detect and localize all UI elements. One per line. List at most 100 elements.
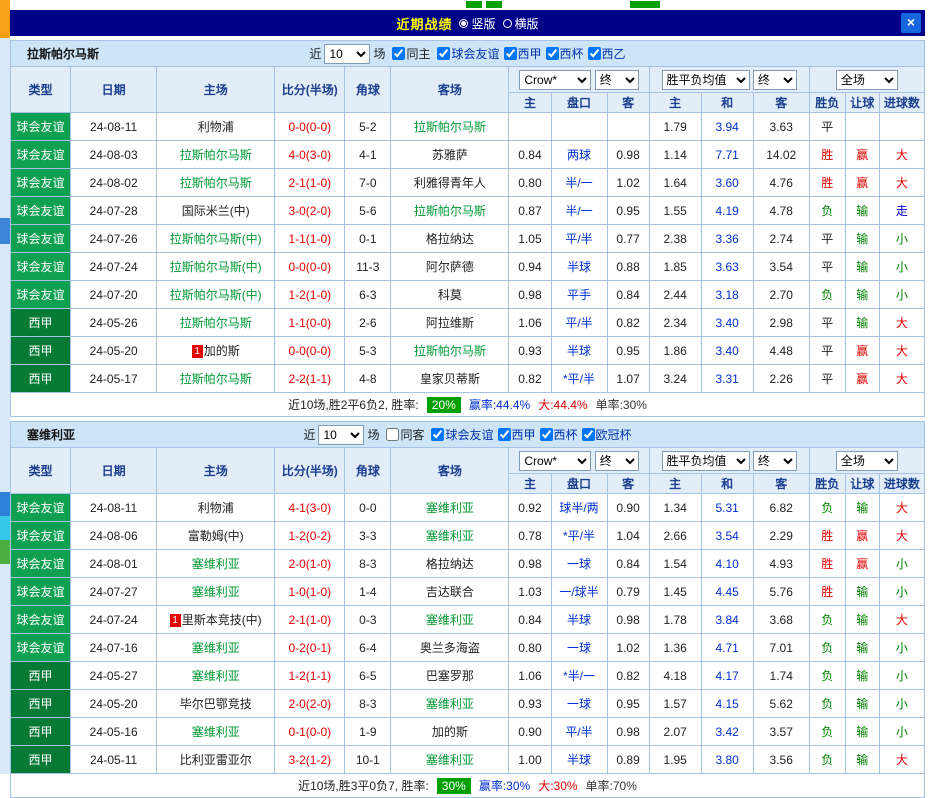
league-checkbox[interactable] bbox=[582, 428, 595, 441]
scope-select[interactable]: 全场 bbox=[836, 70, 898, 90]
league-checkbox[interactable] bbox=[504, 47, 517, 60]
handicap-result-cell: 输 bbox=[845, 578, 879, 606]
league-checkbox[interactable] bbox=[498, 428, 511, 441]
handicap-away-odds-cell: 0.95 bbox=[607, 337, 649, 365]
odds-company-select[interactable]: Crow* bbox=[519, 70, 591, 90]
league-filter[interactable]: 球会友谊 bbox=[433, 45, 499, 62]
handicap-result-cell: 输 bbox=[845, 606, 879, 634]
avg-home-cell: 1.95 bbox=[649, 746, 701, 774]
summary-footer: 近10场,胜2平6负2, 胜率: 20% 赢率:44.4% 大:44.4% 单率… bbox=[10, 393, 925, 417]
team-name-text: 塞维利亚 bbox=[192, 641, 240, 655]
odds-stage-select[interactable]: 终 bbox=[595, 451, 639, 471]
avg-draw-cell: 4.10 bbox=[701, 550, 753, 578]
league-checkbox[interactable] bbox=[588, 47, 601, 60]
games-label: 场 bbox=[373, 45, 385, 62]
league-checkbox[interactable] bbox=[540, 428, 553, 441]
corner-cell: 5-2 bbox=[345, 113, 391, 141]
avg-type-select[interactable]: 胜平负均值 bbox=[662, 70, 750, 90]
avg-away-cell: 1.74 bbox=[753, 662, 809, 690]
result-cell: 胜 bbox=[809, 578, 845, 606]
avg-stage-select[interactable]: 终 bbox=[753, 70, 797, 90]
corner-cell: 0-3 bbox=[345, 606, 391, 634]
match-type-cell: 球会友谊 bbox=[11, 522, 71, 550]
scope-select[interactable]: 全场 bbox=[836, 451, 898, 471]
league-filter[interactable]: 西杯 bbox=[536, 426, 578, 443]
same-venue-filter[interactable]: 同主 bbox=[388, 45, 430, 62]
team-cell: 拉斯帕尔马斯 bbox=[157, 309, 275, 337]
match-row: 球会友谊24-08-03拉斯帕尔马斯4-0(3-0)4-1苏雅萨0.84两球0.… bbox=[11, 141, 925, 169]
match-row: 球会友谊24-08-02拉斯帕尔马斯2-1(1-0)7-0利雅得青年人0.80半… bbox=[11, 169, 925, 197]
league-filter[interactable]: 西杯 bbox=[542, 45, 584, 62]
league-filter[interactable]: 西甲 bbox=[500, 45, 542, 62]
handicap-away-odds-cell: 0.77 bbox=[607, 225, 649, 253]
team-name-text: 塞维利亚 bbox=[192, 725, 240, 739]
league-checkbox[interactable] bbox=[437, 47, 450, 60]
avg-stage-select[interactable]: 终 bbox=[753, 451, 797, 471]
corner-cell: 5-6 bbox=[345, 197, 391, 225]
col-away: 客场 bbox=[391, 448, 509, 494]
odds-stage-select[interactable]: 终 bbox=[595, 70, 639, 90]
team-cell: 塞维利亚 bbox=[157, 662, 275, 690]
team-name-text: 塞维利亚 bbox=[426, 753, 474, 767]
same-venue-checkbox[interactable] bbox=[386, 428, 399, 441]
team-cell: 塞维利亚 bbox=[391, 690, 509, 718]
avg-home-cell: 2.66 bbox=[649, 522, 701, 550]
match-count-select[interactable]: 10 bbox=[318, 425, 364, 445]
avg-away-cell: 6.82 bbox=[753, 494, 809, 522]
match-type-cell: 球会友谊 bbox=[11, 113, 71, 141]
handicap-line-cell bbox=[551, 113, 607, 141]
match-type-cell: 球会友谊 bbox=[11, 606, 71, 634]
team-name-text: 拉斯帕尔马斯 bbox=[180, 176, 252, 190]
match-date-cell: 24-07-28 bbox=[71, 197, 157, 225]
recent-results-panel: 近期战绩 竖版 横版 × 拉斯帕尔马斯 近 10 场 同主 bbox=[10, 10, 925, 798]
close-icon[interactable]: × bbox=[901, 13, 921, 33]
avg-home-cell: 1.34 bbox=[649, 494, 701, 522]
goals-result-cell: 大 bbox=[879, 169, 924, 197]
goals-result-cell: 小 bbox=[879, 281, 924, 309]
handicap-result-cell: 输 bbox=[845, 309, 879, 337]
col-avg-away: 客 bbox=[753, 93, 809, 113]
team-cell: 富勒姆(中) bbox=[157, 522, 275, 550]
avg-draw-cell: 4.71 bbox=[701, 634, 753, 662]
match-type-cell: 球会友谊 bbox=[11, 225, 71, 253]
goals-result-cell: 大 bbox=[879, 746, 924, 774]
odds-company-select[interactable]: Crow* bbox=[519, 451, 591, 471]
league-checkbox[interactable] bbox=[546, 47, 559, 60]
horizontal-layout-radio[interactable]: 横版 bbox=[503, 15, 539, 32]
league-filter[interactable]: 欧冠杯 bbox=[578, 426, 632, 443]
league-filter[interactable]: 球会友谊 bbox=[427, 426, 493, 443]
league-filter[interactable]: 西乙 bbox=[584, 45, 626, 62]
handicap-line-cell: *平/半 bbox=[551, 522, 607, 550]
handicap-result-cell: 输 bbox=[845, 746, 879, 774]
col-handicap-home: 主 bbox=[509, 474, 551, 494]
corner-cell: 6-4 bbox=[345, 634, 391, 662]
panel-title: 近期战绩 bbox=[396, 14, 452, 33]
team-cell: 格拉纳达 bbox=[391, 550, 509, 578]
goals-result-cell: 小 bbox=[879, 690, 924, 718]
team-cell: 塞维利亚 bbox=[157, 634, 275, 662]
avg-draw-cell: 4.45 bbox=[701, 578, 753, 606]
vertical-layout-radio[interactable]: 竖版 bbox=[459, 15, 495, 32]
red-card-badge: 1 bbox=[192, 345, 203, 358]
league-filter-label: 西甲 bbox=[512, 426, 536, 443]
avg-type-select[interactable]: 胜平负均值 bbox=[662, 451, 750, 471]
handicap-result-cell: 输 bbox=[845, 634, 879, 662]
team-cell: 1里斯本竞技(中) bbox=[157, 606, 275, 634]
match-date-cell: 24-08-03 bbox=[71, 141, 157, 169]
match-row: 西甲24-05-16塞维利亚0-1(0-0)1-9加的斯0.90平/半0.982… bbox=[11, 718, 925, 746]
avg-draw-cell: 3.94 bbox=[701, 113, 753, 141]
match-count-select[interactable]: 10 bbox=[324, 44, 370, 64]
team-name-text: 皇家贝蒂斯 bbox=[420, 372, 480, 386]
col-avg-home: 主 bbox=[649, 93, 701, 113]
handicap-result-cell: 赢 bbox=[845, 141, 879, 169]
avg-home-cell: 1.78 bbox=[649, 606, 701, 634]
avg-draw-cell: 3.42 bbox=[701, 718, 753, 746]
league-checkbox[interactable] bbox=[431, 428, 444, 441]
same-venue-filter[interactable]: 同客 bbox=[382, 426, 424, 443]
col-handicap-away: 客 bbox=[607, 93, 649, 113]
team-cell: 塞维利亚 bbox=[391, 522, 509, 550]
league-filter[interactable]: 西甲 bbox=[494, 426, 536, 443]
same-venue-checkbox[interactable] bbox=[392, 47, 405, 60]
handicap-home-odds-cell: 0.80 bbox=[509, 634, 551, 662]
goals-result-cell: 走 bbox=[879, 197, 924, 225]
